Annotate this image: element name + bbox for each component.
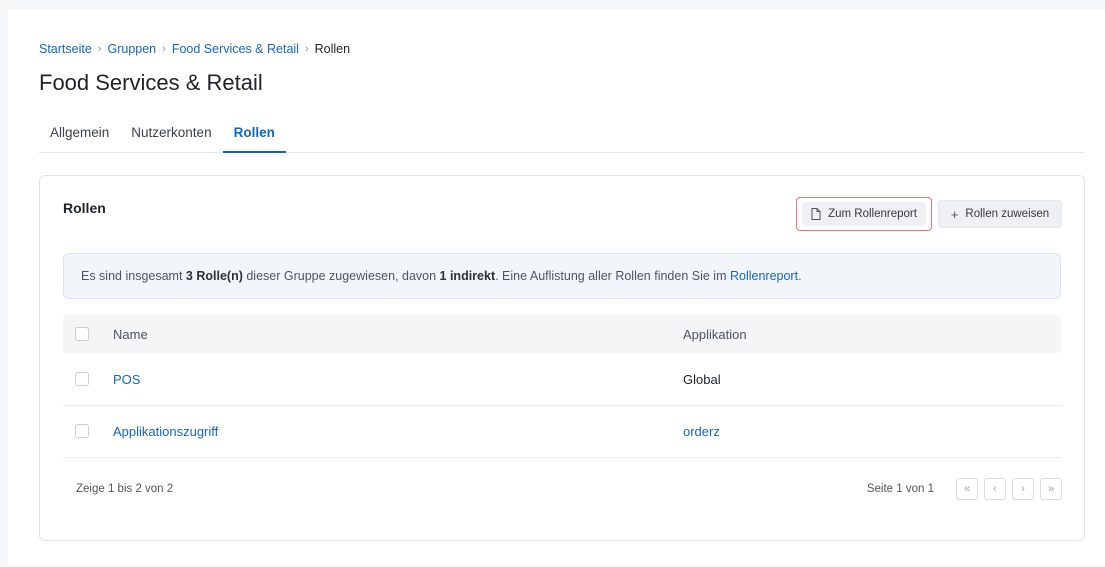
info-text-1: Es sind insgesamt <box>81 269 186 283</box>
role-report-link[interactable]: Rollenreport <box>730 269 798 283</box>
role-name-link[interactable]: Applikationszugriff <box>113 424 218 439</box>
assign-roles-button[interactable]: + Rollen zuweisen <box>938 200 1062 228</box>
page-indicator: Seite 1 von 1 <box>866 483 934 495</box>
tab-bar: Allgemein Nutzerkonten Rollen <box>39 122 1085 153</box>
info-text-2: dieser Gruppe zugewiesen, davon <box>242 269 440 283</box>
assign-roles-label: Rollen zuweisen <box>965 208 1050 220</box>
table-row: Applikationszugriff orderz <box>63 405 1061 458</box>
role-application: Global <box>683 371 721 387</box>
chevron-right-icon: › <box>304 43 309 55</box>
pagination: Seite 1 von 1 « ‹ › » <box>867 478 1062 500</box>
breadcrumb-gruppen[interactable]: Gruppen <box>107 42 156 56</box>
row-checkbox[interactable] <box>75 372 89 386</box>
roles-card: Rollen Zum Rollenreport + Rollen zuweise… <box>39 175 1085 541</box>
info-indirect: 1 indirekt <box>439 269 496 283</box>
plus-icon: + <box>950 206 959 222</box>
pagination-summary: Zeige 1 bis 2 von 2 <box>76 483 174 495</box>
previous-page-button[interactable]: ‹ <box>984 478 1006 500</box>
next-page-button[interactable]: › <box>1012 478 1034 500</box>
tab-allgemein[interactable]: Allgemein <box>39 122 120 151</box>
breadcrumb-startseite[interactable]: Startseite <box>39 42 92 56</box>
role-report-label: Zum Rollenreport <box>828 208 917 220</box>
info-alert: Es sind insgesamt 3 Rolle(n) dieser Grup… <box>63 253 1061 299</box>
select-all-checkbox[interactable] <box>75 327 89 341</box>
role-name-link[interactable]: POS <box>113 372 140 387</box>
role-application-link[interactable]: orderz <box>683 424 720 439</box>
info-text-3: . Eine Auflistung aller Rollen finden Si… <box>495 269 730 283</box>
role-report-button[interactable]: Zum Rollenreport <box>796 197 932 231</box>
table-row: POS Global <box>63 353 1061 406</box>
role-report-button-inner: Zum Rollenreport <box>802 202 926 226</box>
last-page-button[interactable]: » <box>1040 478 1062 500</box>
info-count: 3 Rolle(n) <box>185 269 243 283</box>
row-checkbox[interactable] <box>75 424 89 438</box>
card-title: Rollen <box>63 200 106 216</box>
chevron-right-icon: › <box>162 43 166 55</box>
first-page-button[interactable]: « <box>956 478 978 500</box>
tab-nutzerkonten[interactable]: Nutzerkonten <box>120 122 222 151</box>
table-header: Name Applikation <box>63 315 1061 353</box>
breadcrumb-group[interactable]: Food Services & Retail <box>172 42 299 56</box>
column-header-name[interactable]: Name <box>113 327 148 342</box>
page-title: Food Services & Retail <box>39 70 263 95</box>
column-header-application[interactable]: Applikation <box>683 327 747 342</box>
breadcrumb: Startseite › Gruppen › Food Services & R… <box>39 42 350 56</box>
breadcrumb-current: Rollen <box>314 42 351 56</box>
document-icon <box>811 208 821 220</box>
chevron-right-icon: › <box>97 43 102 55</box>
info-text-4: . <box>798 269 802 283</box>
tab-rollen[interactable]: Rollen <box>222 122 286 153</box>
page: Startseite › Gruppen › Food Services & R… <box>8 9 1105 565</box>
